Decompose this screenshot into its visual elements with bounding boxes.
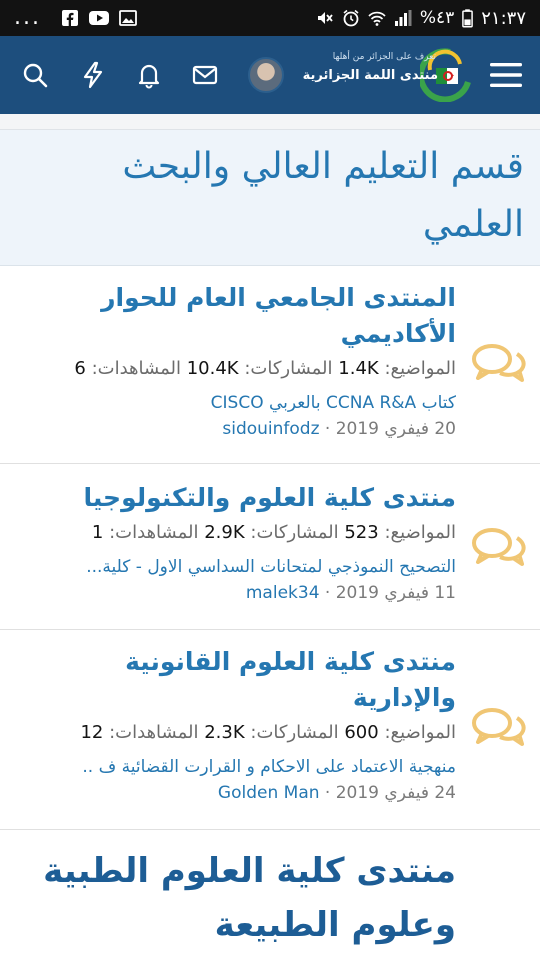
site-logo[interactable]: تعرف على الجزائر من أهلها منتدى اللمة ال…	[303, 44, 472, 106]
youtube-icon	[88, 11, 109, 25]
threads-count: 1.4K	[338, 358, 379, 379]
forum-node: منتدى كلية العلوم القانونية والإدارية ال…	[0, 630, 540, 830]
lightning-icon	[83, 61, 103, 89]
last-post-meta: 20 فيفري 2019 · sidouinfodz	[16, 416, 456, 442]
views-count: 1	[91, 522, 104, 543]
forum-node: منتدى كلية العلوم والتكنولوجيا المواضيع:…	[0, 464, 540, 630]
signal-icon	[394, 10, 412, 26]
threads-count: 600	[344, 722, 379, 743]
messages-button[interactable]	[184, 36, 226, 114]
node-body: منتدى كلية العلوم الطبية وعلوم الطبيعة	[16, 844, 456, 952]
logo-name: منتدى اللمة الجزائرية	[302, 68, 438, 83]
node-stats: المواضيع: 600 المشاركات: 2.3K المشاهدات:…	[16, 720, 456, 746]
mute-icon	[317, 12, 333, 24]
battery-percent: %٤٣	[419, 8, 455, 28]
logo-tagline: تعرف على الجزائر من أهلها	[332, 52, 436, 62]
node-body: المنتدى الجامعي العام للحوار الأكاديمي ا…	[16, 280, 456, 442]
views-count: 12	[80, 722, 104, 743]
views-label: المشاهدات:	[91, 358, 181, 379]
alerts-button[interactable]	[128, 36, 170, 114]
views-count: 6	[74, 358, 86, 379]
node-body: منتدى كلية العلوم القانونية والإدارية ال…	[16, 644, 456, 806]
posts-label: المشاركات:	[250, 522, 339, 543]
last-post-user[interactable]: sidouinfodz	[222, 419, 319, 439]
node-stats: المواضيع: 523 المشاركات: 2.9K المشاهدات:…	[16, 520, 456, 546]
alarm-icon	[343, 9, 359, 27]
menu-button[interactable]	[478, 36, 534, 114]
meta-separator: ·	[324, 783, 331, 803]
last-post-meta: 24 فيفري 2019 · Golden Man	[16, 780, 456, 806]
status-bar: ... %٤٣ ٢١:٣٧	[0, 0, 540, 36]
threads-label: المواضيع:	[384, 358, 456, 379]
category-title[interactable]: قسم التعليم العالي والبحث العلمي	[24, 138, 524, 254]
page-top-band	[0, 114, 540, 130]
posts-count: 2.9K	[204, 522, 245, 543]
node-title[interactable]: منتدى كلية العلوم والتكنولوجيا	[16, 480, 456, 516]
search-button[interactable]	[14, 36, 56, 114]
meta-separator: ·	[324, 419, 331, 439]
posts-label: المشاركات:	[244, 358, 333, 379]
bell-icon	[138, 64, 160, 89]
threads-label: المواضيع:	[384, 722, 456, 743]
battery-icon	[462, 8, 474, 27]
chat-bubbles-icon	[472, 708, 526, 746]
forum-node: منتدى كلية العلوم الطبية وعلوم الطبيعة	[0, 830, 540, 960]
category-header: قسم التعليم العالي والبحث العلمي	[0, 130, 540, 266]
last-post-title[interactable]: منهجية الاعتماد على الاحكام و القرارت ال…	[16, 754, 456, 780]
search-icon	[23, 63, 48, 88]
last-post-user[interactable]: malek34	[246, 583, 320, 603]
photo-icon	[119, 10, 137, 26]
mail-icon	[192, 65, 218, 85]
node-body: منتدى كلية العلوم والتكنولوجيا المواضيع:…	[16, 480, 456, 606]
status-left: ...	[14, 5, 137, 30]
last-post-date[interactable]: 24 فيفري 2019	[336, 783, 456, 803]
last-post-date[interactable]: 20 فيفري 2019	[336, 419, 456, 439]
node-title[interactable]: منتدى كلية العلوم القانونية والإدارية	[16, 644, 456, 716]
meta-separator: ·	[324, 583, 331, 603]
clock: ٢١:٣٧	[481, 7, 526, 29]
views-label: المشاهدات:	[109, 522, 199, 543]
last-post-title[interactable]: كتاب CCNA R&A بالعربي CISCO	[16, 390, 456, 416]
last-post-meta: 11 فيفري 2019 · malek34	[16, 580, 456, 606]
node-title[interactable]: المنتدى الجامعي العام للحوار الأكاديمي	[16, 280, 456, 352]
threads-count: 523	[344, 522, 379, 543]
last-post-date[interactable]: 11 فيفري 2019	[336, 583, 456, 603]
menu-icon	[490, 63, 522, 87]
whats-new-button[interactable]	[72, 36, 114, 114]
node-stats: المواضيع: 1.4K المشاركات: 10.4K المشاهدا…	[16, 356, 456, 382]
last-post-title[interactable]: التصحيح النموذجي لمتحانات السداسي الاول …	[16, 554, 456, 580]
status-right: %٤٣ ٢١:٣٧	[316, 8, 526, 29]
wifi-icon	[368, 11, 386, 26]
chat-bubbles-icon	[472, 344, 526, 382]
last-post-user[interactable]: Golden Man	[218, 783, 320, 803]
more-notifications: ...	[14, 5, 41, 30]
chat-bubbles-icon	[472, 528, 526, 566]
posts-label: المشاركات:	[250, 722, 339, 743]
threads-label: المواضيع:	[384, 522, 456, 543]
posts-count: 2.3K	[204, 722, 245, 743]
facebook-icon	[61, 10, 78, 26]
avatar[interactable]	[248, 57, 284, 93]
views-label: المشاهدات:	[109, 722, 199, 743]
posts-count: 10.4K	[186, 358, 239, 379]
node-title[interactable]: منتدى كلية العلوم الطبية وعلوم الطبيعة	[16, 844, 456, 952]
forum-node: المنتدى الجامعي العام للحوار الأكاديمي ا…	[0, 266, 540, 464]
